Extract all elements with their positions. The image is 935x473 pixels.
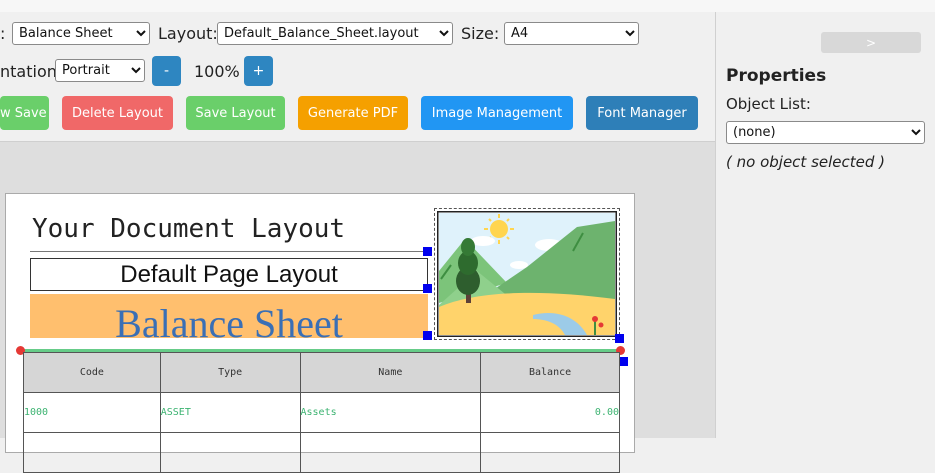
cell-empty (480, 432, 620, 473)
resize-handle[interactable] (423, 331, 432, 340)
column-header-name[interactable]: Name (299, 352, 482, 393)
zoom-out-button[interactable]: - (152, 56, 181, 86)
column-header-type[interactable]: Type (159, 352, 301, 393)
page-layout-textbox[interactable]: Default Page Layout (30, 258, 428, 291)
generate-pdf-button[interactable]: Generate PDF (298, 96, 408, 130)
cell-type: ASSET (159, 392, 301, 433)
size-select[interactable]: A4 (504, 22, 639, 45)
column-header-balance[interactable]: Balance (480, 352, 620, 393)
cell-empty (23, 432, 161, 473)
column-header-code[interactable]: Code (23, 352, 161, 393)
object-list-select[interactable]: (none) (726, 121, 925, 144)
cell-empty (159, 432, 301, 473)
layout-label: Layout: (158, 24, 218, 43)
data-table[interactable]: Code Type Name Balance 1000 ASSET Assets… (23, 352, 620, 473)
layout-select[interactable]: Default_Balance_Sheet.layout (217, 22, 453, 45)
toolbar: : Balance Sheet Layout: Default_Balance_… (0, 12, 715, 141)
zoom-level: 100% (194, 62, 240, 81)
resize-handle[interactable] (615, 334, 624, 343)
report-label: : (0, 24, 6, 43)
document-title[interactable]: Your Document Layout (32, 214, 345, 244)
orientation-select[interactable]: Portrait (55, 59, 145, 82)
no-object-selected-text: ( no object selected ) (726, 153, 886, 171)
resize-handle[interactable] (619, 357, 628, 366)
cell-balance: 0.00 (480, 392, 620, 433)
top-band (0, 0, 935, 12)
document-page: Your Document Layout Default Page Layout… (5, 193, 635, 473)
resize-handle[interactable] (423, 247, 432, 256)
sidebar-collapse-button[interactable]: > (821, 32, 921, 53)
image-management-button[interactable]: Image Management (421, 96, 573, 130)
new-save-button[interactable]: w Save (0, 96, 49, 130)
landscape-image-icon (435, 209, 619, 339)
font-manager-button[interactable]: Font Manager (586, 96, 698, 130)
orientation-label: ntation: (0, 62, 63, 81)
image-frame[interactable] (434, 208, 620, 340)
cell-name: Assets (299, 392, 482, 433)
report-select[interactable]: Balance Sheet (12, 22, 150, 45)
title-divider (30, 251, 428, 252)
properties-title: Properties (726, 66, 827, 86)
cell-empty (299, 432, 482, 473)
table-header-row: Code Type Name Balance (23, 352, 620, 393)
object-list-label: Object List: (726, 95, 811, 113)
zoom-in-button[interactable]: + (244, 56, 273, 86)
size-label: Size: (461, 24, 500, 43)
resize-handle[interactable] (423, 284, 432, 293)
table-row[interactable] (23, 432, 620, 473)
table-row[interactable]: 1000 ASSET Assets 0.00 (23, 392, 620, 433)
report-title-banner[interactable]: Balance Sheet (30, 294, 428, 338)
delete-layout-button[interactable]: Delete Layout (62, 96, 173, 130)
cell-code: 1000 (23, 392, 161, 433)
canvas-area: Your Document Layout Default Page Layout… (0, 141, 715, 473)
properties-sidebar: > Properties Object List: (none) ( no ob… (715, 12, 935, 438)
report-title: Balance Sheet (115, 301, 343, 339)
save-layout-button[interactable]: Save Layout (186, 96, 285, 130)
